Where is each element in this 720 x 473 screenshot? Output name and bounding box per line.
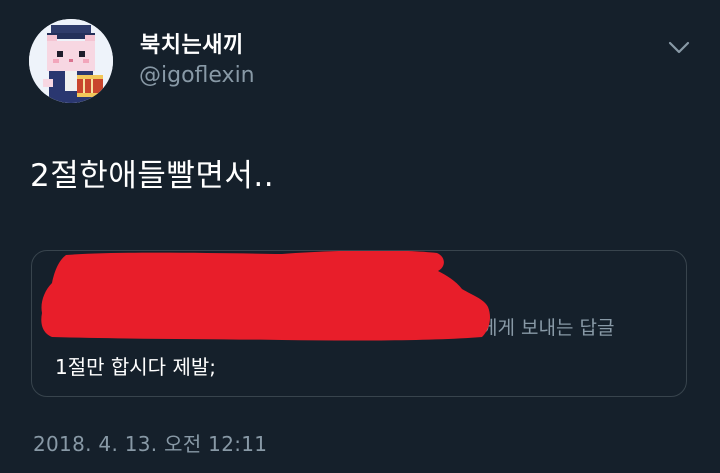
author-handle[interactable]: @igoflexin [139, 63, 255, 88]
chevron-down-icon [668, 41, 690, 54]
pixel-cat-avatar-icon [29, 19, 113, 103]
tweet-timestamp[interactable]: 2018. 4. 13. 오전 12:11 [33, 428, 267, 457]
quoted-tweet-card[interactable]: 에게 보내는 답글 1절만 합시다 제발; [31, 250, 687, 397]
tweet-menu-button[interactable] [666, 34, 692, 60]
tweet-text: 2절한애들빨면서.. [30, 158, 275, 194]
author-display-name[interactable]: 북치는새끼 [140, 27, 244, 59]
quoted-tweet-text: 1절만 합시다 제발; [55, 355, 216, 379]
avatar[interactable] [29, 19, 113, 103]
tweet: 북치는새끼 @igoflexin 2절한애들빨면서.. 에게 보내는 답글 1절… [0, 0, 720, 473]
